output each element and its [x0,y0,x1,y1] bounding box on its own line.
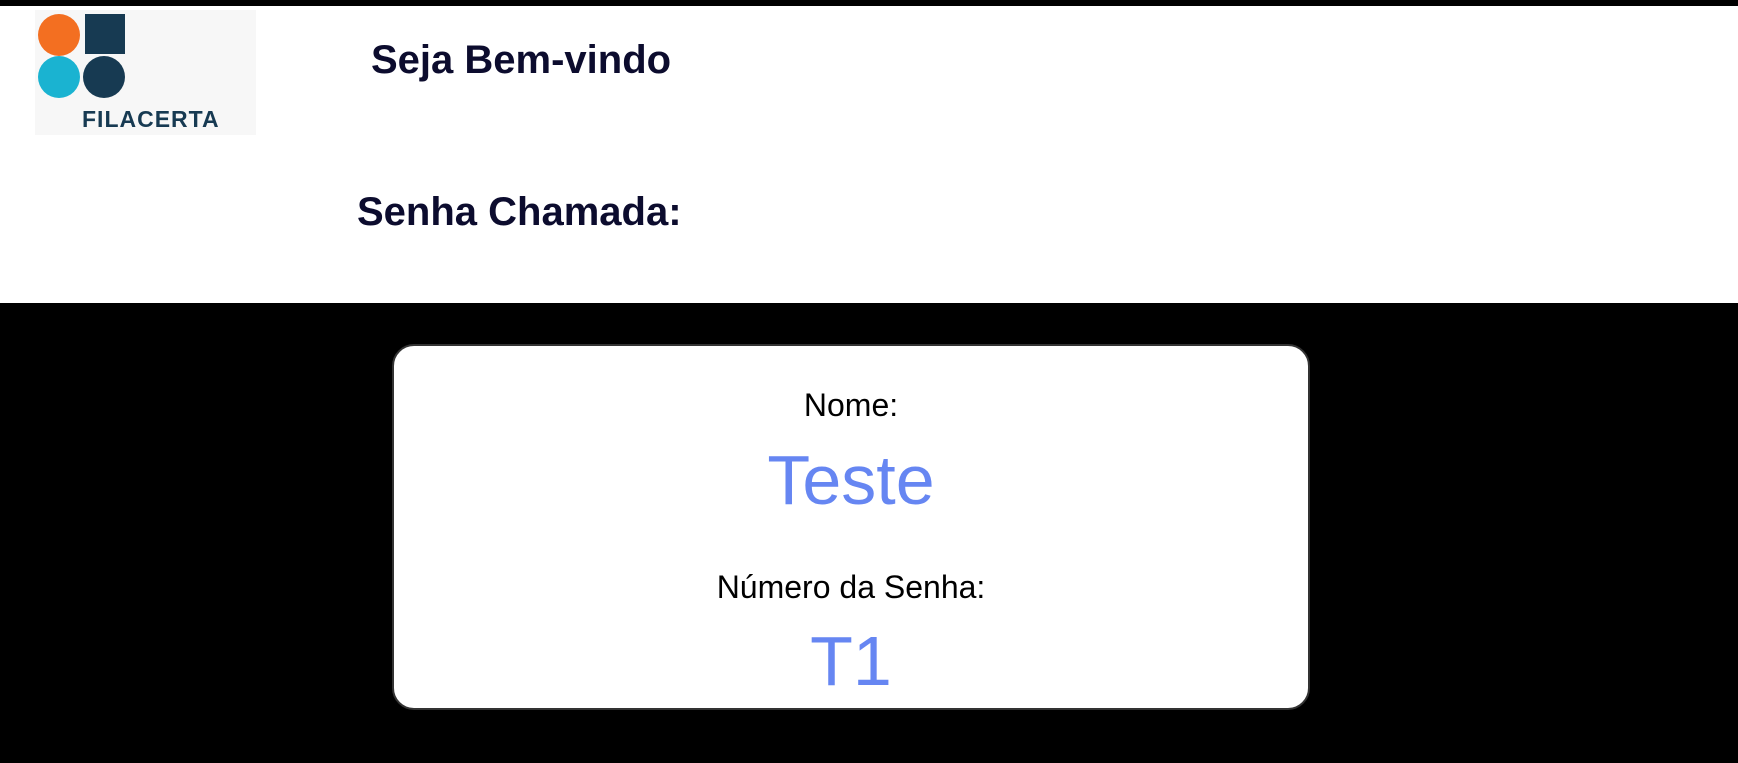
filacerta-logo: FILACERTA [35,10,256,135]
logo-navy-circle-icon [83,56,125,98]
name-value: Teste [767,441,935,519]
logo-text: FILACERTA [82,106,220,132]
called-ticket-card: Nome: Teste Número da Senha: T1 [392,344,1310,710]
logo-orange-circle-icon [38,14,80,56]
ticket-number-label: Número da Senha: [716,569,986,605]
called-ticket-title: Senha Chamada: [357,190,682,234]
header: FILACERTA Seja Bem-vindo Senha Chamada: [0,6,1738,303]
welcome-title: Seja Bem-vindo [371,38,672,82]
page: FILACERTA Seja Bem-vindo Senha Chamada: … [0,0,1738,763]
logo-cyan-circle-icon [38,56,80,98]
name-label: Nome: [803,387,899,423]
ticket-number-value: T1 [810,622,892,700]
logo-navy-square-icon [85,14,125,54]
